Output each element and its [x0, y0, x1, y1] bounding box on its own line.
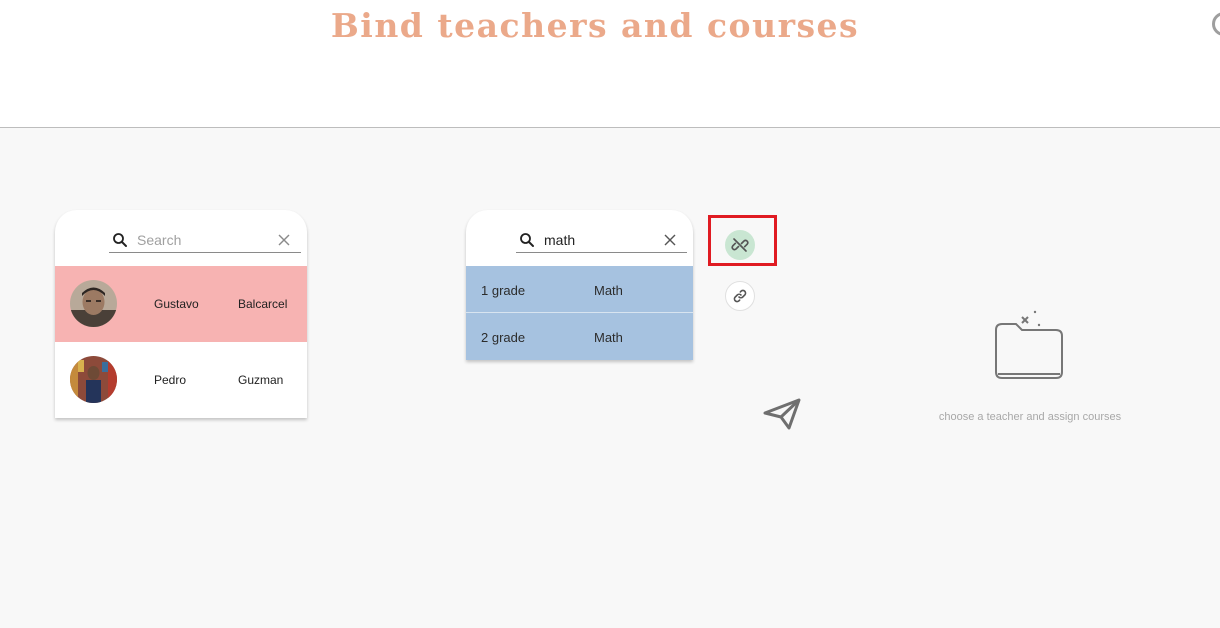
teacher-row[interactable]: Gustavo Balcarcel: [55, 266, 307, 342]
empty-state-text: choose a teacher and assign courses: [938, 411, 1122, 423]
teacher-last-name: Balcarcel: [238, 297, 288, 311]
user-avatar-icon[interactable]: [1212, 12, 1220, 36]
course-row[interactable]: 2 grade Math: [466, 312, 693, 360]
page-title: Bind teachers and courses: [330, 6, 860, 45]
avatar: [70, 280, 117, 327]
teacher-row[interactable]: Pedro Guzman: [55, 342, 307, 418]
clear-icon[interactable]: [277, 233, 291, 247]
link-button[interactable]: [725, 281, 755, 311]
course-search-bar: [516, 227, 687, 253]
teacher-last-name: Guzman: [238, 373, 284, 387]
app-header: Bind teachers and courses: [0, 0, 1220, 128]
search-icon: [520, 232, 534, 247]
course-search-input[interactable]: [544, 231, 674, 248]
unlink-icon: [731, 238, 749, 252]
course-grade: 1 grade: [481, 283, 526, 298]
search-icon: [113, 232, 127, 247]
unlink-button[interactable]: [725, 230, 755, 260]
link-icon: [733, 289, 747, 303]
courses-panel: 1 grade Math 2 grade Math: [466, 210, 693, 360]
teacher-first-name: Gustavo: [154, 297, 199, 311]
course-name: Math: [594, 330, 623, 345]
course-grade: 2 grade: [481, 330, 526, 345]
course-row[interactable]: 1 grade Math: [466, 266, 693, 312]
teacher-search-input[interactable]: [137, 231, 267, 248]
teachers-panel: Gustavo Balcarcel Pedro Guzman: [55, 210, 307, 418]
teacher-first-name: Pedro: [154, 373, 187, 387]
clear-icon[interactable]: [663, 233, 677, 247]
send-icon[interactable]: [762, 396, 802, 432]
folder-icon: [995, 310, 1063, 379]
teacher-search-bar: [109, 227, 301, 253]
avatar: [70, 356, 117, 403]
course-name: Math: [594, 283, 623, 298]
